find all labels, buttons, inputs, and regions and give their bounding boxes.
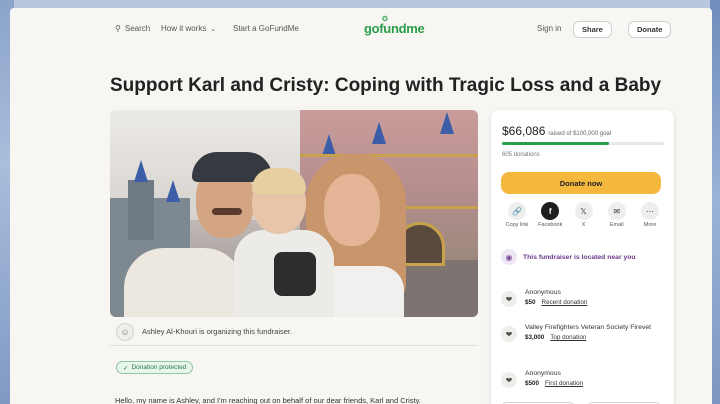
fundraiser-photo bbox=[110, 110, 478, 317]
user-icon: ☺ bbox=[116, 322, 134, 341]
how-it-works-menu[interactable]: How it works ⌄ bbox=[161, 24, 216, 33]
donor-name: Anonymous bbox=[525, 370, 561, 377]
share-x[interactable]: 𝕏 X bbox=[568, 202, 600, 242]
gofundme-logo[interactable]: gofundme bbox=[364, 21, 425, 36]
photo-spire bbox=[440, 112, 454, 134]
photo-man bbox=[124, 148, 272, 317]
donation-item: ❤ Valley Firefighters Veteran Society Fi… bbox=[501, 323, 666, 342]
donation-amount: $50 bbox=[525, 299, 536, 307]
location-pin-icon: ◉ bbox=[501, 249, 517, 265]
nearby-text: This fundraiser is located near you bbox=[523, 253, 636, 261]
share-button[interactable]: Share bbox=[573, 21, 612, 38]
nearby-notice: ◉ This fundraiser is located near you bbox=[501, 247, 666, 267]
photo-child bbox=[234, 168, 334, 317]
photo-spire bbox=[372, 122, 386, 144]
how-it-works-label: How it works bbox=[161, 24, 207, 33]
x-icon: 𝕏 bbox=[574, 202, 593, 220]
donation-hand-icon: ❤ bbox=[501, 326, 517, 342]
shield-check-icon: ✓ bbox=[123, 364, 129, 372]
share-email[interactable]: ✉ Email bbox=[601, 202, 633, 242]
donation-tag-link[interactable]: First donation bbox=[545, 380, 583, 387]
share-label: More bbox=[643, 222, 657, 228]
donation-tag-link[interactable]: Top donation bbox=[550, 334, 586, 341]
share-label: Copy link bbox=[505, 222, 529, 228]
donation-item: ❤ Anonymous $50 Recent donation bbox=[501, 288, 666, 307]
donation-tag-link[interactable]: Recent donation bbox=[542, 299, 588, 306]
organizer-text: Ashley Al-Khouri is organizing this fund… bbox=[142, 327, 293, 336]
donation-item: ❤ Anonymous $500 First donation bbox=[501, 369, 666, 388]
donation-amount: $3,000 bbox=[525, 334, 545, 342]
share-label: Email bbox=[609, 222, 624, 228]
donor-name: Anonymous bbox=[525, 289, 561, 296]
sign-in-link[interactable]: Sign in bbox=[537, 24, 561, 33]
chevron-down-icon: ⌄ bbox=[210, 25, 217, 33]
share-label: X bbox=[581, 222, 586, 228]
search-label: Search bbox=[124, 24, 151, 33]
donate-now-button[interactable]: Donate now bbox=[501, 172, 661, 194]
browser-page: ⚲ Search How it works ⌄ Start a GoFundMe… bbox=[10, 8, 712, 404]
donation-protected-badge[interactable]: ✓ Donation protected bbox=[116, 361, 194, 374]
raised-amount: $66,086 bbox=[502, 124, 546, 138]
facebook-icon: f bbox=[541, 202, 560, 220]
donation-hand-icon: ❤ bbox=[501, 372, 517, 388]
photo-spire bbox=[322, 134, 336, 156]
donation-sidebar: $66,086 raised of $100,000 goal 605 dona… bbox=[491, 110, 674, 404]
donation-hand-icon: ❤ bbox=[501, 291, 517, 307]
donation-amount: $500 bbox=[525, 380, 540, 388]
share-options: 🔗 Copy link f Facebook 𝕏 X ✉ Email ⋯ Mor… bbox=[501, 202, 666, 242]
raised-summary: $66,086 raised of $100,000 goal bbox=[502, 124, 611, 138]
share-more[interactable]: ⋯ More bbox=[634, 202, 666, 242]
start-fundraiser-label: Start a GoFundMe bbox=[233, 24, 299, 33]
donation-count: 605 donations bbox=[502, 152, 540, 158]
share-facebook[interactable]: f Facebook bbox=[534, 202, 566, 242]
logo-sun-icon: ✪ bbox=[382, 16, 388, 23]
start-fundraiser-link[interactable]: Start a GoFundMe bbox=[233, 24, 299, 33]
email-icon: ✉ bbox=[607, 202, 626, 220]
share-label: Facebook bbox=[538, 222, 563, 228]
search-link[interactable]: ⚲ Search bbox=[115, 24, 150, 33]
organizer-row: ☺ Ashley Al-Khouri is organizing this fu… bbox=[110, 322, 478, 346]
page-title: Support Karl and Cristy: Coping with Tra… bbox=[110, 75, 662, 96]
donation-protected-label: Donation protected bbox=[131, 364, 187, 371]
donate-button[interactable]: Donate bbox=[628, 21, 672, 38]
more-icon: ⋯ bbox=[641, 202, 659, 220]
share-copy-link[interactable]: 🔗 Copy link bbox=[501, 202, 533, 242]
goal-text: raised of $100,000 goal bbox=[548, 131, 612, 137]
story-text: Hello, my name is Ashley, and I'm reachi… bbox=[115, 396, 421, 404]
top-nav: ⚲ Search How it works ⌄ Start a GoFundMe… bbox=[10, 16, 712, 42]
search-icon: ⚲ bbox=[115, 24, 121, 33]
progress-bar bbox=[502, 142, 664, 145]
link-icon: 🔗 bbox=[508, 202, 526, 220]
donor-name: Valley Firefighters Veteran Society Fire… bbox=[525, 324, 652, 331]
progress-fill bbox=[502, 142, 609, 145]
